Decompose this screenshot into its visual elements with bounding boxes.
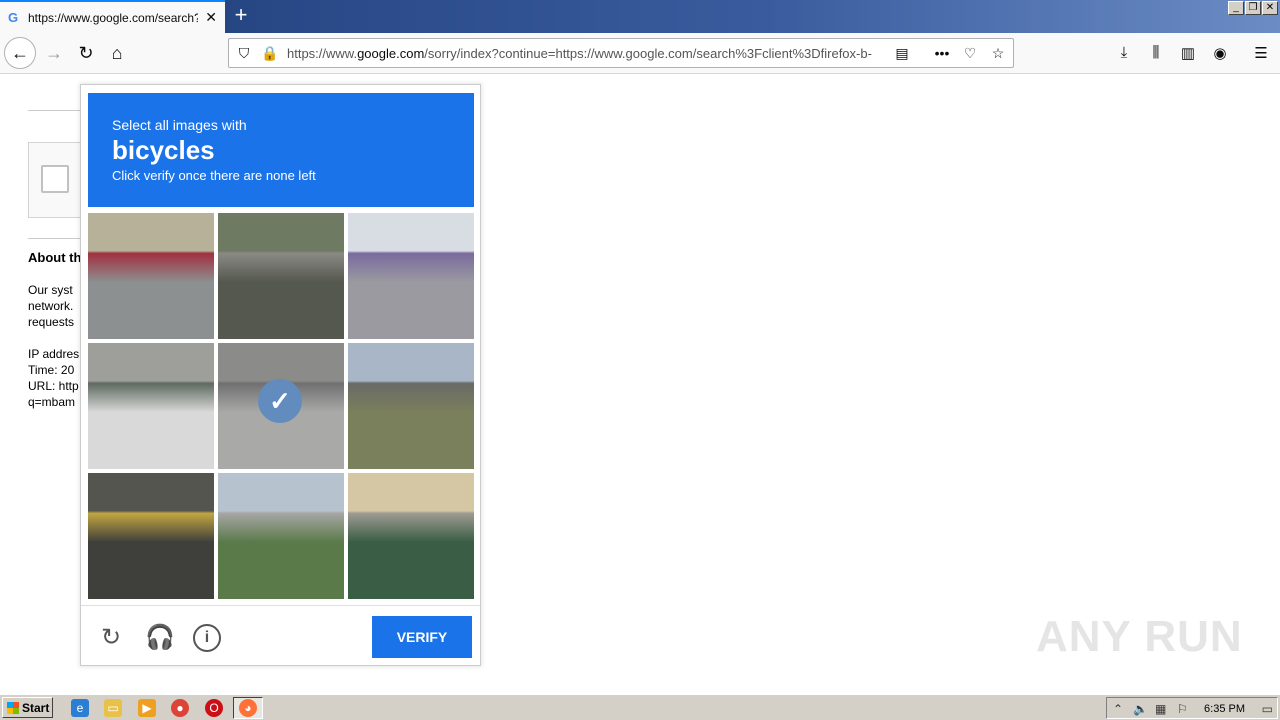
pocket-icon[interactable]: ♡ <box>961 45 979 62</box>
media-player-icon[interactable]: ▶ <box>138 699 156 717</box>
system-tray: ⌃ 🔈 ▦ ⚐ 6:35 PM ▭ <box>1106 697 1278 719</box>
captcha-tile[interactable] <box>88 473 214 599</box>
tray-expand-icon[interactable]: ⌃ <box>1113 702 1123 716</box>
account-icon[interactable]: ◉ <box>1209 44 1231 62</box>
text-line: requests <box>28 315 75 329</box>
volume-icon[interactable]: 🔈 <box>1133 702 1148 716</box>
windows-logo-icon <box>7 701 19 714</box>
recaptcha-card <box>28 142 88 218</box>
captcha-tile[interactable]: ✓ <box>218 343 344 469</box>
ip-info-text: IP addres Time: 20 URL: http q=mbam <box>28 346 88 410</box>
flag-icon[interactable]: ⚐ <box>1177 702 1188 716</box>
captcha-challenge: Select all images with bicycles Click ve… <box>80 84 481 666</box>
sidebar-icon[interactable]: ▥ <box>1177 44 1199 62</box>
downloads-icon[interactable]: ⤓ <box>1113 44 1135 61</box>
text-line: q=mbam <box>28 395 76 409</box>
captcha-instruction: Select all images with <box>112 117 247 133</box>
minimize-icon[interactable]: _ <box>1228 1 1244 15</box>
text-line: Time: 20 <box>28 363 75 377</box>
shield-icon[interactable]: ⛉ <box>235 45 253 62</box>
text-line: URL: http <box>28 379 79 393</box>
selected-check-icon: ✓ <box>258 379 302 423</box>
captcha-footer: ↻ 🎧 i VERIFY <box>81 605 480 665</box>
url-text[interactable]: https://www.google.com/sorry/index?conti… <box>287 46 887 61</box>
window-controls: _ ❐ ✕ <box>1228 1 1278 15</box>
home-icon[interactable]: ⌂ <box>101 37 133 69</box>
opera-icon[interactable]: O <box>205 699 223 717</box>
captcha-image-grid: ✓ <box>88 213 474 599</box>
clock: 6:35 PM <box>1204 703 1245 715</box>
close-window-icon[interactable]: ✕ <box>1262 1 1278 15</box>
network-icon[interactable]: ▦ <box>1155 702 1166 716</box>
page-actions-icon[interactable]: ••• <box>933 45 951 61</box>
reader-view-icon[interactable]: ▤ <box>893 45 911 62</box>
bookmark-star-icon[interactable]: ☆ <box>989 45 1007 62</box>
captcha-tile[interactable] <box>348 343 474 469</box>
anyrun-watermark: ANY RUN <box>1036 612 1243 661</box>
system-text: Our syst network. requests <box>28 282 88 330</box>
reload-icon[interactable]: ↻ <box>70 37 102 69</box>
tab-title: https://www.google.com/search?c <box>28 10 198 25</box>
firefox-taskbar-item[interactable]: ◕ <box>233 697 263 719</box>
captcha-tile[interactable] <box>348 473 474 599</box>
divider <box>28 110 88 111</box>
divider <box>28 238 88 239</box>
library-icon[interactable]: ⫼ <box>1145 44 1167 61</box>
forward-arrow-icon[interactable]: → <box>38 37 70 69</box>
show-desktop-icon[interactable]: ▭ <box>1262 702 1273 716</box>
text-line: network. <box>28 299 74 313</box>
captcha-tile[interactable] <box>218 473 344 599</box>
verify-button[interactable]: VERIFY <box>372 616 472 658</box>
captcha-header: Select all images with bicycles Click ve… <box>88 93 474 207</box>
title-bar: G https://www.google.com/search?c ✕ + _ … <box>0 0 1280 33</box>
captcha-tile[interactable] <box>88 213 214 339</box>
ie-icon[interactable]: e <box>71 699 89 717</box>
lock-icon[interactable]: 🔒 <box>261 45 279 62</box>
new-tab-icon[interactable]: + <box>230 4 252 26</box>
text-line: IP addres <box>28 347 80 361</box>
text-line: Our syst <box>28 283 73 297</box>
firefox-icon: ◕ <box>239 699 257 717</box>
captcha-subinstruction: Click verify once there are none left <box>112 168 316 183</box>
info-icon[interactable]: i <box>193 624 221 652</box>
browser-tab[interactable]: G https://www.google.com/search?c ✕ <box>0 0 225 33</box>
chrome-icon[interactable]: ● <box>171 699 189 717</box>
menu-icon[interactable]: ☰ <box>1250 44 1272 62</box>
start-label: Start <box>22 700 50 715</box>
nav-bar: ← → ↻ ⌂ ⛉ 🔒 https://www.google.com/sorry… <box>0 33 1280 74</box>
start-button[interactable]: Start <box>2 697 53 718</box>
explorer-icon[interactable]: ▭ <box>104 699 122 717</box>
taskbar: Start e ▭ ▶ ● O ◕ ⌃ 🔈 ▦ ⚐ 6:35 PM ▭ <box>0 694 1280 720</box>
back-arrow-icon[interactable]: ← <box>4 37 36 69</box>
captcha-tile[interactable] <box>88 343 214 469</box>
url-bar[interactable]: ⛉ 🔒 https://www.google.com/sorry/index?c… <box>228 38 1014 68</box>
captcha-tile[interactable] <box>348 213 474 339</box>
captcha-tile[interactable] <box>218 213 344 339</box>
tab-close-icon[interactable]: ✕ <box>205 9 217 26</box>
headphones-icon[interactable]: 🎧 <box>145 624 175 652</box>
restore-icon[interactable]: ❐ <box>1245 1 1261 15</box>
captcha-target: bicycles <box>112 135 215 165</box>
reload-challenge-icon[interactable]: ↻ <box>97 624 125 652</box>
recaptcha-checkbox[interactable] <box>41 165 69 193</box>
google-favicon-icon: G <box>8 9 19 25</box>
about-heading: About th <box>28 250 82 265</box>
